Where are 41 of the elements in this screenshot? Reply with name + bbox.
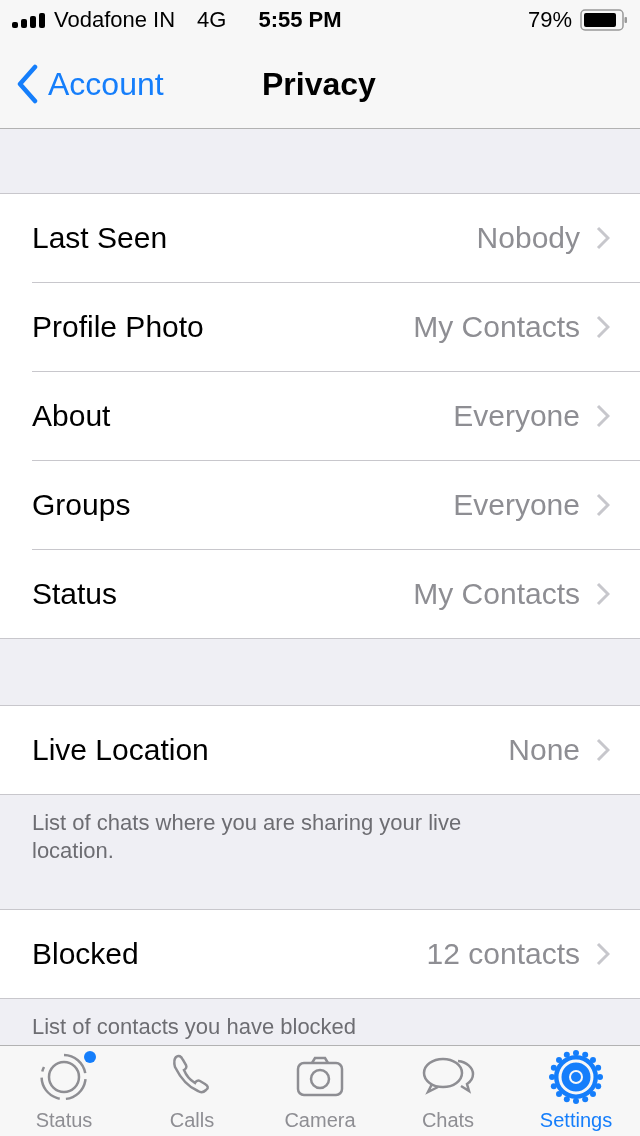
row-label: Last Seen xyxy=(32,221,169,256)
row-label: Live Location xyxy=(32,733,210,768)
settings-row[interactable]: Groups Everyone xyxy=(32,461,640,551)
chevron-icon xyxy=(596,738,610,763)
chevron-icon xyxy=(596,226,610,251)
signal-icon xyxy=(12,12,48,28)
chevron-icon xyxy=(596,582,610,607)
chevron-icon xyxy=(596,493,610,518)
row-value: None xyxy=(508,733,580,768)
row-label: Blocked xyxy=(32,937,140,972)
row-value: My Contacts xyxy=(413,577,580,612)
settings-row[interactable]: Blocked 12 contacts xyxy=(32,910,640,999)
row-label: Profile Photo xyxy=(32,310,205,345)
row-value: Nobody xyxy=(476,221,580,256)
clock-time: 5:55 PM xyxy=(258,7,342,33)
row-value: Everyone xyxy=(453,488,580,523)
row-value: Everyone xyxy=(453,399,580,434)
chevron-icon xyxy=(596,315,610,340)
settings-row[interactable]: Profile Photo My Contacts xyxy=(32,283,640,373)
back-chevron-icon xyxy=(16,64,38,104)
section-footer: List of chats where you are sharing your live location. xyxy=(0,795,640,910)
settings-row[interactable]: Live Location None xyxy=(32,706,640,795)
row-label: Status xyxy=(32,577,119,612)
settings-row[interactable]: Status My Contacts xyxy=(32,550,640,639)
settings-row[interactable]: Last Seen Nobody xyxy=(32,194,640,284)
row-value: 12 contacts xyxy=(426,937,580,972)
page-title: Privacy xyxy=(262,65,376,103)
settings-row[interactable]: About Everyone xyxy=(32,372,640,462)
section-footer: List of contacts you have blocked xyxy=(0,999,640,1046)
battery-icon xyxy=(580,9,628,31)
chevron-icon xyxy=(596,404,610,429)
back-button[interactable]: Account xyxy=(16,64,164,104)
row-label: Groups xyxy=(32,488,132,523)
gear-icon xyxy=(548,1049,604,1105)
row-value: My Contacts xyxy=(413,310,580,345)
row-label: About xyxy=(32,399,112,434)
tab-item[interactable]: Settings xyxy=(512,1046,640,1136)
carrier-name: Vodafone IN xyxy=(54,7,176,33)
battery-percent: 79% xyxy=(527,7,572,33)
network-type: 4G xyxy=(197,7,227,33)
chevron-icon xyxy=(596,942,610,967)
